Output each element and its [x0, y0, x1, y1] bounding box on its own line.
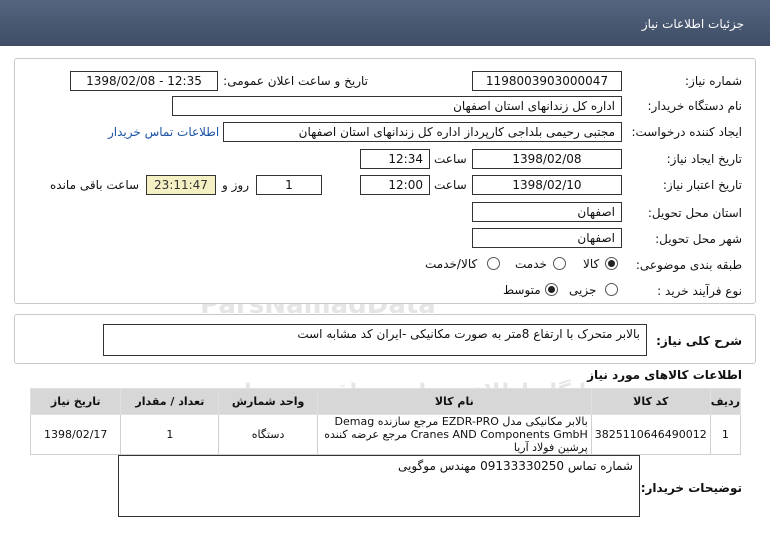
cell-name: بالابر مکانیکی مدل EZDR-PRO مرجع سازنده …	[316, 414, 592, 455]
category-goods-radio[interactable]	[605, 257, 618, 270]
requester-field: مجتبی رحیمی بلداجی کارپرداز اداره کل زند…	[223, 122, 622, 142]
announce-date-field: 1398/02/08 - 12:35	[70, 71, 218, 91]
category-label: طبقه بندی موضوعی:	[635, 258, 742, 272]
goods-table-header: ردیف کد کالا نام کالا واحد شمارش تعداد /…	[29, 388, 742, 415]
created-date-label: تاریخ ایجاد نیاز:	[666, 152, 742, 166]
created-date-field: 1398/02/08	[472, 149, 622, 169]
need-number-field: 1198003903000047	[472, 71, 622, 91]
city-label: شهر محل تحویل:	[655, 232, 742, 246]
remaining-label: ساعت باقی مانده	[50, 178, 140, 192]
province-label: استان محل تحویل:	[647, 206, 742, 220]
col-unit: واحد شمارش	[218, 388, 318, 415]
process-label: نوع فرآیند خرید :	[657, 284, 742, 298]
col-row: ردیف	[709, 388, 742, 415]
remaining-days-field: 1	[256, 175, 322, 195]
category-goods-label: کالا	[583, 257, 600, 271]
goods-section-title: اطلاعات کالاهای مورد نیاز	[587, 368, 742, 382]
category-service-label: خدمت	[515, 257, 547, 271]
col-code: کد کالا	[590, 388, 711, 415]
buyer-org-field: اداره کل زندانهای استان اصفهان	[172, 96, 622, 116]
col-name: نام کالا	[316, 388, 592, 415]
cell-unit: دستگاه	[218, 414, 318, 455]
need-number-label: شماره نیاز:	[685, 74, 742, 88]
notes-field: شماره تماس 09133330250 مهندس موگویی	[118, 455, 640, 517]
page-title: جزئیات اطلاعات نیاز	[641, 17, 744, 31]
goods-table: ردیف کد کالا نام کالا واحد شمارش تعداد /…	[29, 388, 742, 455]
table-row: 1 3825110646490012 بالابر مکانیکی مدل EZ…	[29, 414, 742, 455]
summary-label: شرح کلی نیاز:	[656, 334, 742, 348]
days-label: روز و	[222, 178, 249, 192]
process-minor-label: جزیی	[569, 283, 597, 297]
remaining-time-field: 23:11:47	[146, 175, 216, 195]
summary-field: بالابر متحرک با ارتفاع 8متر به صورت مکان…	[103, 324, 647, 356]
process-medium-radio[interactable]	[545, 283, 558, 296]
process-minor-radio[interactable]	[605, 283, 618, 296]
col-date: تاریخ نیاز	[29, 388, 122, 415]
valid-date-label: تاریخ اعتبار نیاز:	[662, 178, 742, 192]
valid-time-label: ساعت	[434, 178, 467, 192]
city-field: اصفهان	[472, 228, 622, 248]
buyer-org-label: نام دستگاه خریدار:	[647, 99, 743, 113]
valid-date-field: 1398/02/10	[472, 175, 622, 195]
announce-date-label: تاریخ و ساعت اعلان عمومی:	[223, 74, 368, 88]
process-medium-label: متوسط	[503, 283, 541, 297]
requester-label: ایجاد کننده درخواست:	[631, 125, 742, 139]
cell-date: 1398/02/17	[29, 414, 122, 455]
cell-row: 1	[709, 414, 742, 455]
col-qty: تعداد / مقدار	[120, 388, 220, 415]
valid-time-field: 12:00	[360, 175, 430, 195]
category-goods-service-label: کالا/خدمت	[425, 257, 478, 271]
notes-label: توضیحات خریدار:	[640, 481, 742, 495]
cell-code: 3825110646490012	[590, 414, 711, 455]
province-field: اصفهان	[472, 202, 622, 222]
page-header: جزئیات اطلاعات نیاز	[0, 0, 770, 46]
category-goods-service-radio[interactable]	[487, 257, 500, 270]
cell-qty: 1	[120, 414, 220, 455]
category-service-radio[interactable]	[553, 257, 566, 270]
created-time-label: ساعت	[434, 152, 467, 166]
created-time-field: 12:34	[360, 149, 430, 169]
buyer-contact-link[interactable]: اطلاعات تماس خریدار	[108, 125, 219, 139]
